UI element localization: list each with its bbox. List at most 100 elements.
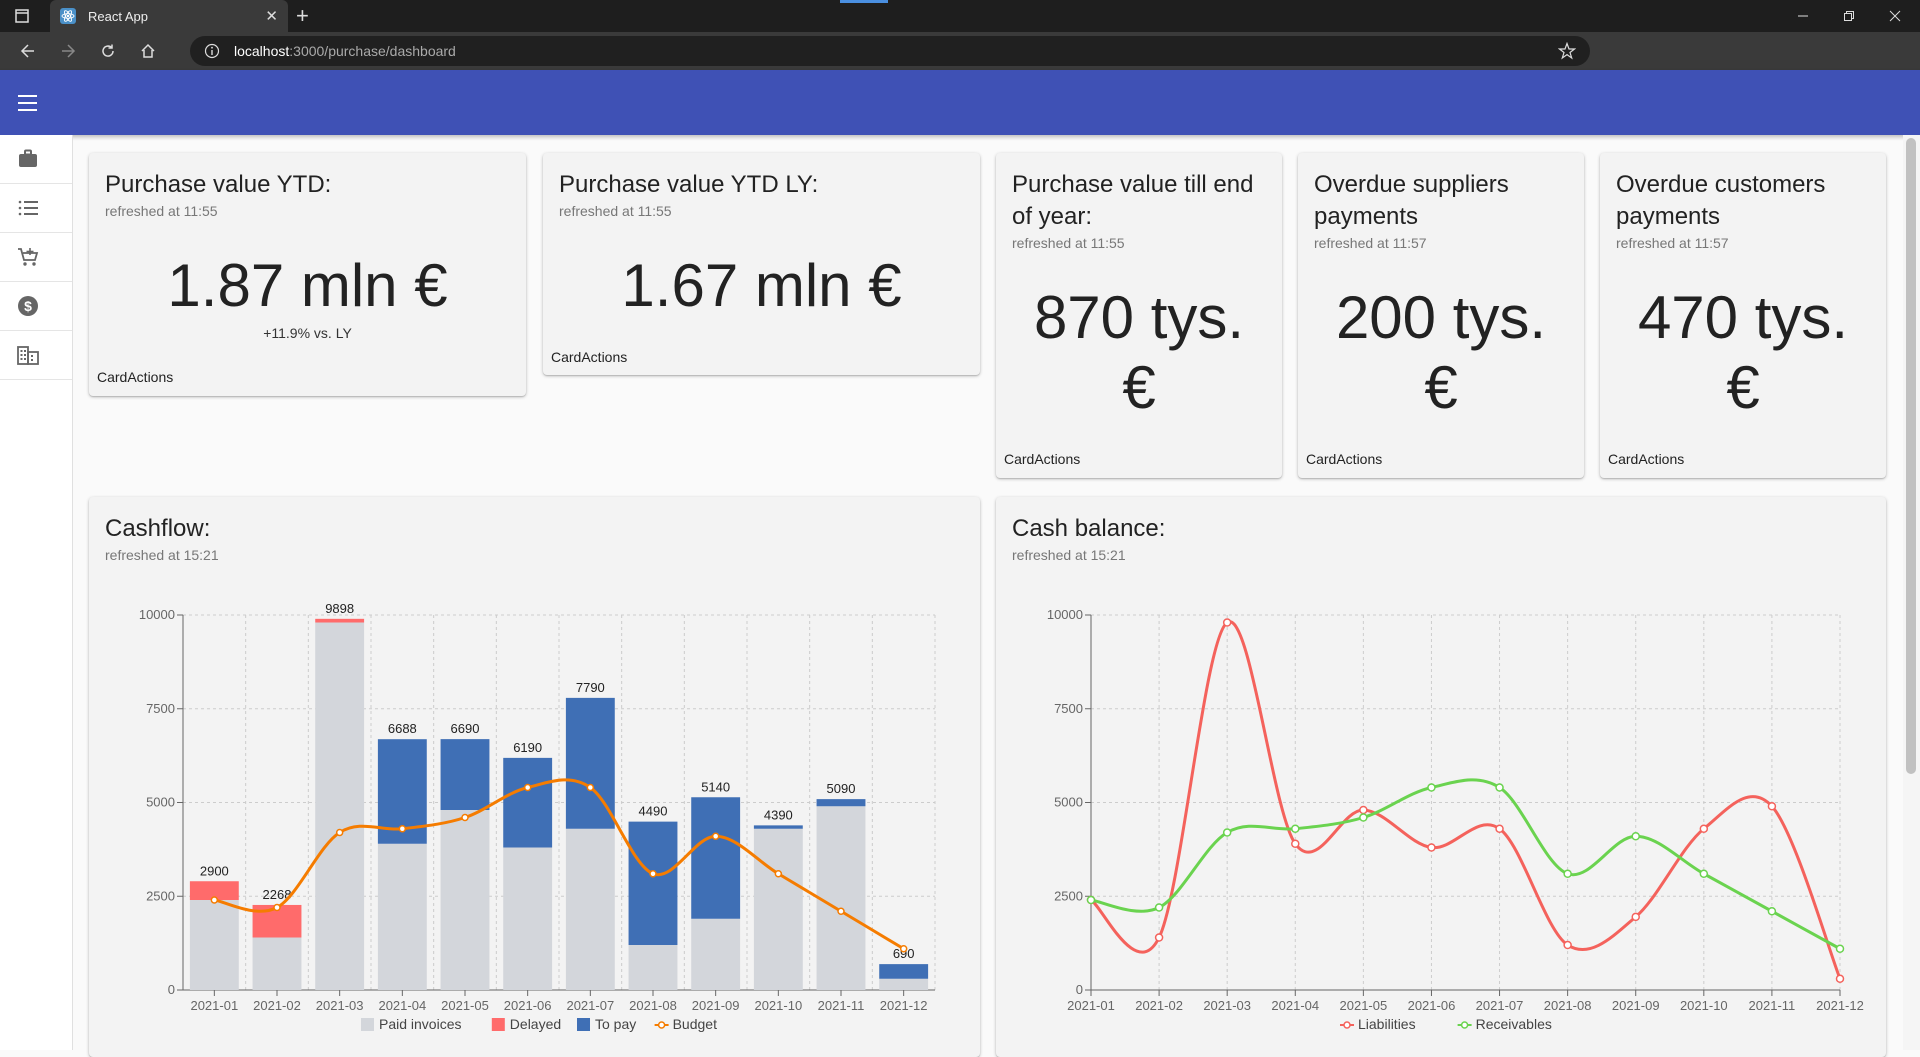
x-tick-label: 2021-09 [1612,998,1660,1013]
info-icon[interactable] [204,43,220,59]
sidebar-item-suppliers[interactable] [0,331,72,380]
react-icon [60,8,76,24]
forward-icon[interactable] [48,32,88,70]
cash-balance-chart: 0 2500 5000 7500 10000 2021-01 2021-02 2021-03 2… [1047,607,1864,1032]
y-tick-label: 2500 [146,888,175,903]
hamburger-menu-icon[interactable] [16,92,40,114]
card-actions[interactable]: CardActions [1608,451,1684,467]
budget-point [398,825,407,833]
card-refreshed: refreshed at 11:57 [1314,235,1427,251]
x-tick-label: 2021-05 [441,998,489,1013]
data-label: 6688 [388,721,417,736]
budget-point [711,832,720,840]
receivables-point [1427,783,1436,792]
data-label: 4490 [639,804,668,819]
card-title-line2: payments [1616,203,1721,230]
x-tick-label: 2021-05 [1340,998,1388,1013]
receivables-point [1631,832,1640,841]
new-tab-button[interactable]: + [296,3,309,29]
refresh-icon[interactable] [88,32,128,70]
liabilities-line [1090,620,1842,980]
data-label: 4390 [764,807,793,822]
liabilities-point [1291,839,1300,848]
card-title: Purchase value YTD: refreshed at 11:55 [105,169,510,221]
card-actions[interactable]: CardActions [97,369,173,385]
browser-toolbar: localhost:3000/purchase/dashboard [0,32,1920,93]
x-tick-label: 2021-11 [1749,998,1796,1013]
card-value-line2: € [1424,354,1458,421]
sidebar-item-purchase[interactable] [0,135,72,184]
legend-label: To pay [595,1016,636,1032]
minimize-icon[interactable] [1780,0,1826,32]
url-host: localhost [234,43,290,59]
budget-point [649,870,657,878]
sidebar-item-cart[interactable] [0,233,72,282]
liabilities-point [1631,912,1640,922]
dollar-circle-icon: $ [18,296,38,316]
receivables-point [1222,828,1232,837]
bar-delayed [315,618,365,623]
data-label: 7790 [576,680,605,695]
window-menu-icon[interactable] [14,8,30,24]
add-favorite-icon[interactable] [1558,42,1576,60]
budget-point [461,813,469,822]
back-icon[interactable] [8,32,48,70]
bar-to-pay [628,821,678,945]
y-tick-label: 5000 [146,795,175,810]
bar-paid-invoices [503,847,553,990]
bar-paid-invoices [628,945,678,990]
list-icon [18,200,38,216]
bar-paid-invoices [440,810,490,990]
legend-swatch [491,1018,505,1031]
liabilities-point [1767,802,1777,811]
y-tick-label: 2500 [1054,888,1083,903]
card-cashflow: Cashflow: refreshed at 15:21 0 2500 5000 750… [89,497,980,1057]
card-title-text: Purchase value YTD LY: [559,171,819,198]
sidebar-item-payments[interactable]: $ [0,282,72,331]
page-scrollbar-thumb[interactable] [1906,138,1916,774]
card-actions[interactable]: CardActions [551,349,627,365]
card-value: 1.67 mln € [621,252,902,319]
budget-point [210,896,219,904]
card-cash-balance: Cash balance: refreshed at 15:21 0 2500 500… [996,497,1886,1057]
close-window-icon[interactable] [1872,0,1918,32]
browser-tab[interactable]: React App ✕ [50,0,288,32]
x-tick-label: 2021-01 [190,998,238,1013]
receivables-point [1835,944,1845,953]
budget-point [335,828,344,837]
card-actions[interactable]: CardActions [1306,451,1382,467]
y-tick-label: 7500 [146,701,175,716]
card-actions[interactable]: CardActions [1004,451,1080,467]
business-icon [17,346,39,365]
x-tick-label: 2021-12 [1816,998,1864,1013]
home-icon[interactable] [128,32,168,70]
receivables-point [1291,824,1300,833]
receivables-point [1086,895,1096,905]
restore-icon[interactable] [1826,0,1872,32]
x-tick-label: 2021-04 [1271,998,1319,1013]
receivables-point [1767,907,1777,916]
browser-tab-bar: React App ✕ + [0,0,1920,32]
bar-to-pay [440,739,490,810]
y-tick-label: 10000 [1047,607,1083,622]
tab-title: React App [88,8,148,24]
y-tick-label: 0 [168,982,175,997]
close-tab-icon[interactable]: ✕ [265,7,278,25]
x-tick-label: 2021-09 [692,998,740,1013]
budget-point [837,907,845,915]
legend-label: Delayed [510,1016,561,1032]
y-tick-label: 0 [1076,982,1083,997]
liabilities-point [1359,805,1368,815]
x-tick-label: 2021-03 [1203,998,1251,1013]
x-tick-label: 2021-02 [1135,998,1183,1013]
url-path: :3000/purchase/dashboard [289,43,456,59]
y-tick-label: 10000 [139,607,175,622]
card-title-line1: Overdue customers [1616,171,1826,198]
card-refreshed: refreshed at 11:57 [1616,235,1729,251]
card-value-line2: € [1122,354,1156,421]
card-title-line2: of year: [1012,203,1093,230]
address-bar[interactable]: localhost:3000/purchase/dashboard [190,36,1590,66]
y-tick-label: 7500 [1054,701,1083,716]
sidebar-item-list[interactable] [0,184,72,233]
card-value-line1: 200 tys. [1335,284,1547,351]
